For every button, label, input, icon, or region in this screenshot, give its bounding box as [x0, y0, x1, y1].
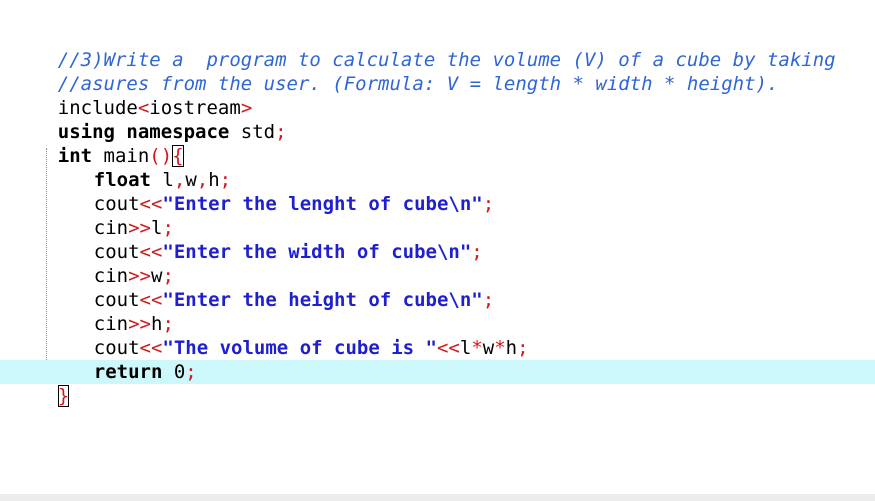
- code-line-4[interactable]: using namespace std;: [12, 96, 287, 143]
- indent-guide: [46, 148, 47, 360]
- namespace-name: std: [229, 121, 276, 143]
- operator: *: [471, 337, 483, 359]
- string-literal: "Enter the lenght of cube\n": [162, 193, 483, 215]
- semicolon: ;: [185, 361, 197, 383]
- code-line-3[interactable]: include<iostream>: [12, 72, 253, 119]
- code-line-9[interactable]: cout<<"Enter the width of cube\n";: [48, 216, 483, 263]
- string-literal: "The volume of cube is ": [162, 337, 437, 359]
- semicolon: ;: [471, 241, 483, 263]
- code-line-7[interactable]: cout<<"Enter the lenght of cube\n";: [48, 168, 494, 215]
- status-strip: [0, 494, 875, 501]
- code-line-1[interactable]: //3)Write a program to calculate the vol…: [12, 24, 836, 71]
- code-line-5[interactable]: int main(){: [12, 120, 184, 167]
- number-literal: 0: [162, 361, 186, 383]
- code-editor[interactable]: //3)Write a program to calculate the vol…: [0, 0, 875, 494]
- semicolon: ;: [482, 289, 495, 311]
- code-line-14[interactable]: return 0;: [48, 336, 197, 383]
- keyword-return: return: [93, 361, 163, 383]
- identifier: h: [505, 337, 518, 359]
- code-line-10[interactable]: cin>>w;: [48, 240, 174, 287]
- semicolon: ;: [517, 337, 529, 359]
- code-line-8[interactable]: cin>>l;: [48, 192, 174, 239]
- identifier: w: [482, 337, 495, 359]
- code-line-6[interactable]: float l,w,h;: [48, 144, 231, 191]
- string-literal: "Enter the width of cube\n": [162, 241, 472, 263]
- identifier: l: [459, 337, 472, 359]
- matched-brace-close: }: [57, 385, 70, 407]
- code-line-12[interactable]: cin>>h;: [48, 288, 174, 335]
- code-line-2[interactable]: //asures from the user. (Formula: V = le…: [12, 48, 779, 95]
- operator: *: [494, 337, 506, 359]
- semicolon: ;: [275, 121, 287, 143]
- code-line-15[interactable]: }: [12, 360, 70, 407]
- code-line-11[interactable]: cout<<"Enter the height of cube\n";: [48, 264, 494, 311]
- semicolon: ;: [482, 193, 495, 215]
- operator: <<: [436, 337, 460, 359]
- code-line-13[interactable]: cout<<"The volume of cube is "<<l*w*h;: [48, 312, 529, 359]
- string-literal: "Enter the height of cube\n": [162, 289, 483, 311]
